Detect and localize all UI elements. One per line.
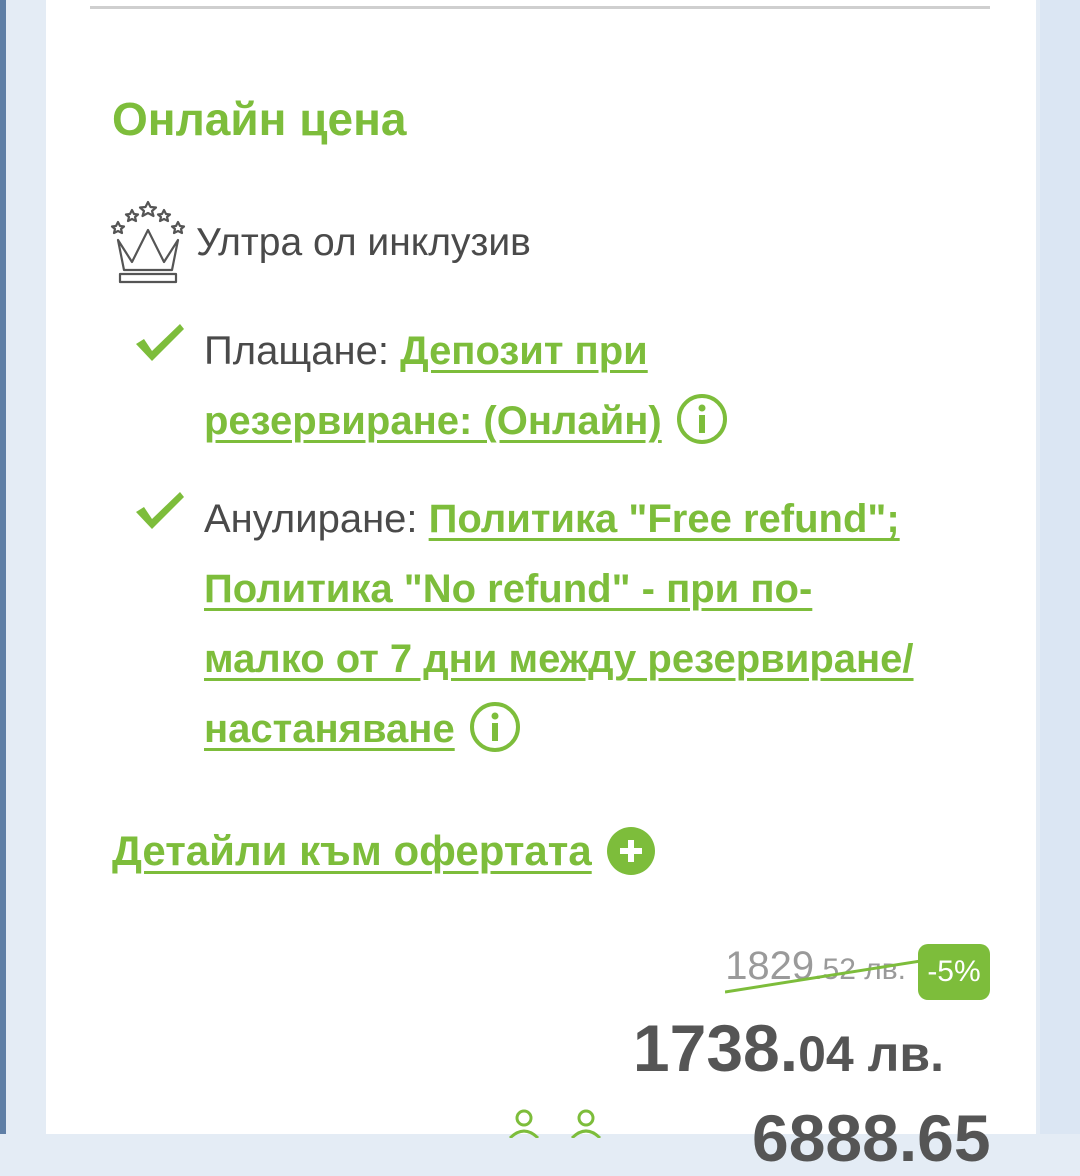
page-edge-right xyxy=(1040,0,1080,1134)
plus-circle-icon[interactable] xyxy=(606,826,656,876)
divider xyxy=(90,6,990,9)
old-price: 1829.52 лв. xyxy=(725,944,966,994)
offer-details-link[interactable]: Детайли към офертата xyxy=(112,826,656,876)
info-icon[interactable] xyxy=(676,393,728,445)
offer-details-label[interactable]: Детайли към офертата xyxy=(112,827,592,875)
info-icon[interactable] xyxy=(469,701,521,753)
cancellation-row: Анулиране: Политика "Free refund"; Полит… xyxy=(132,484,924,764)
payment-info: Плащане: Депозит при резервиране: (Онлай… xyxy=(204,316,844,456)
section-title: Онлайн цена xyxy=(112,93,407,145)
new-price: 1738.04 лв. xyxy=(633,1010,944,1086)
check-icon xyxy=(136,324,184,361)
board-type-row: Ултра ол инклузив xyxy=(106,200,531,286)
offer-card: Онлайн цена Ултра ол инклузив Плащане: Д… xyxy=(46,0,1036,1175)
cancellation-label: Анулиране: xyxy=(204,497,418,541)
crown-stars-icon xyxy=(110,200,186,284)
payment-label: Плащане: xyxy=(204,329,389,373)
new-price-cents: 04 лв. xyxy=(798,1026,944,1082)
check-icon xyxy=(136,492,184,529)
cancellation-info: Анулиране: Политика "Free refund"; Полит… xyxy=(204,484,924,764)
new-price-main: 1738. xyxy=(632,1011,799,1085)
total-price: 6888.65 xyxy=(752,1101,991,1175)
page-edge-left xyxy=(0,0,6,1134)
discount-badge: -5% xyxy=(918,944,990,1000)
board-type-label: Ултра ол инклузив xyxy=(196,221,531,264)
payment-row: Плащане: Депозит при резервиране: (Онлай… xyxy=(132,316,844,456)
